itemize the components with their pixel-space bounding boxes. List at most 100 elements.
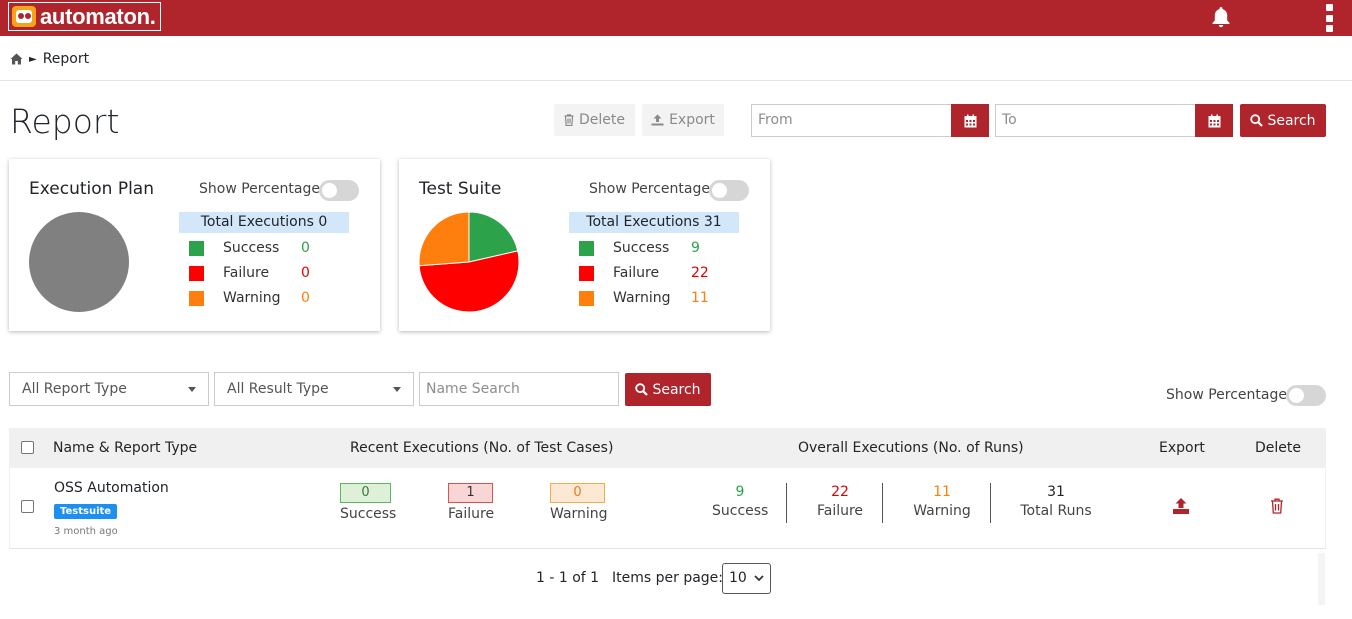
overall-success: 9 Success bbox=[712, 484, 768, 522]
export-row-icon[interactable] bbox=[1172, 497, 1190, 515]
card-title: Test Suite bbox=[419, 179, 502, 199]
failure-count: 22 bbox=[691, 265, 709, 281]
breadcrumb-item-report[interactable]: Report bbox=[43, 51, 89, 67]
items-per-page-label: Items per page: bbox=[612, 570, 724, 586]
total-executions: Total Executions 0 bbox=[179, 212, 349, 233]
table-row: OSS Automation Testsuite 3 month ago 0 S… bbox=[9, 468, 1326, 549]
trash-icon bbox=[564, 114, 574, 126]
card-title: Execution Plan bbox=[29, 179, 154, 199]
from-calendar-button[interactable] bbox=[951, 104, 989, 137]
report-type-badge: Testsuite bbox=[54, 504, 118, 519]
report-type-value: All Report Type bbox=[22, 381, 127, 397]
table-header: Name & Report Type Recent Executions (No… bbox=[9, 428, 1326, 468]
execution-plan-card: Execution Plan Show Percentage Total Exe… bbox=[9, 159, 380, 331]
delete-button[interactable]: Delete bbox=[554, 104, 635, 136]
calendar-icon bbox=[1208, 114, 1220, 127]
more-menu-icon[interactable] bbox=[1324, 4, 1334, 32]
items-per-page-value: 10 bbox=[729, 570, 747, 586]
legend-label: Success bbox=[613, 240, 670, 256]
legend-failure: Failure 22 bbox=[579, 263, 709, 283]
to-calendar-button[interactable] bbox=[1195, 104, 1233, 137]
caret-down-icon bbox=[393, 387, 401, 392]
overall-failure: 22 Failure bbox=[810, 484, 870, 522]
legend-success: Success 9 bbox=[579, 238, 700, 258]
search-icon bbox=[1250, 114, 1264, 127]
home-icon[interactable] bbox=[10, 53, 23, 65]
legend-label: Failure bbox=[613, 265, 660, 281]
delete-row-icon[interactable] bbox=[1270, 498, 1284, 514]
app-logo[interactable]: automaton. bbox=[8, 2, 161, 31]
page-title: Report bbox=[10, 102, 120, 141]
header-recent: Recent Executions (No. of Test Cases) bbox=[350, 440, 614, 456]
overall-total: 31 Total Runs bbox=[1015, 484, 1097, 522]
report-time-ago: 3 month ago bbox=[54, 526, 118, 537]
show-percentage-label: Show Percentage bbox=[199, 181, 320, 197]
legend-failure: Failure 0 bbox=[189, 263, 310, 283]
overall-success-label: Success bbox=[712, 503, 769, 519]
header-export: Export bbox=[1159, 440, 1205, 456]
header-name: Name & Report Type bbox=[53, 440, 198, 456]
report-name[interactable]: OSS Automation bbox=[54, 480, 169, 496]
calendar-icon bbox=[964, 114, 976, 127]
column-divider bbox=[990, 483, 991, 523]
breadcrumb: ► Report bbox=[10, 50, 89, 68]
list-show-percentage-label: Show Percentage bbox=[1166, 387, 1287, 403]
recent-success-label: Success bbox=[340, 506, 397, 522]
report-type-select[interactable]: All Report Type bbox=[9, 372, 209, 406]
list-show-percentage-toggle[interactable] bbox=[1286, 385, 1326, 406]
date-search-button[interactable]: Search bbox=[1240, 104, 1326, 137]
legend-label: Warning bbox=[223, 290, 281, 306]
pie-empty bbox=[29, 212, 129, 312]
search-icon bbox=[635, 383, 649, 396]
pie-chart bbox=[29, 212, 129, 312]
filter-search-button[interactable]: Search bbox=[625, 373, 711, 406]
failure-swatch bbox=[579, 265, 594, 281]
export-button-label: Export bbox=[669, 112, 715, 128]
bell-icon[interactable] bbox=[1209, 5, 1233, 29]
select-all-checkbox[interactable] bbox=[21, 441, 34, 454]
overall-warning-count: 11 bbox=[933, 484, 951, 500]
to-date-input[interactable]: To bbox=[995, 104, 1195, 137]
overall-warning: 11 Warning bbox=[908, 484, 976, 522]
legend-warning: Warning 0 bbox=[189, 288, 310, 308]
success-swatch bbox=[579, 240, 594, 256]
warning-count: 0 bbox=[301, 290, 310, 306]
legend-label: Failure bbox=[223, 265, 270, 281]
overall-failure-label: Failure bbox=[816, 503, 864, 519]
success-swatch bbox=[189, 240, 204, 256]
show-percentage-toggle[interactable] bbox=[709, 180, 749, 201]
failure-count: 0 bbox=[301, 265, 310, 281]
top-bar: automaton. bbox=[0, 0, 1352, 36]
failure-swatch bbox=[189, 265, 204, 281]
warning-count: 11 bbox=[691, 290, 709, 306]
legend-label: Warning bbox=[613, 290, 671, 306]
show-percentage-label: Show Percentage bbox=[589, 181, 710, 197]
chevron-down-icon bbox=[754, 575, 764, 582]
date-search-label: Search bbox=[1267, 112, 1316, 129]
warning-swatch bbox=[189, 290, 204, 306]
recent-failure-label: Failure bbox=[448, 506, 495, 522]
upload-icon bbox=[651, 114, 664, 126]
result-type-value: All Result Type bbox=[227, 381, 329, 397]
header-delete: Delete bbox=[1255, 440, 1301, 456]
legend-warning: Warning 11 bbox=[579, 288, 709, 308]
header-overall: Overall Executions (No. of Runs) bbox=[798, 440, 1024, 456]
legend-success: Success 0 bbox=[189, 238, 310, 258]
filter-search-label: Search bbox=[652, 381, 701, 398]
legend-label: Success bbox=[223, 240, 280, 256]
success-count: 9 bbox=[691, 240, 700, 256]
from-date-input[interactable]: From bbox=[751, 104, 951, 137]
export-button[interactable]: Export bbox=[642, 104, 724, 136]
row-checkbox[interactable] bbox=[21, 500, 34, 513]
warning-swatch bbox=[579, 290, 594, 306]
items-per-page-select[interactable]: 10 bbox=[722, 563, 771, 594]
caret-down-icon bbox=[188, 387, 196, 392]
logo-text: automaton. bbox=[40, 3, 156, 29]
result-type-select[interactable]: All Result Type bbox=[214, 372, 414, 406]
vertical-scrollbar[interactable] bbox=[1318, 553, 1325, 605]
breadcrumb-separator-icon: ► bbox=[29, 53, 37, 65]
name-search-input[interactable]: Name Search bbox=[419, 372, 619, 406]
show-percentage-toggle[interactable] bbox=[319, 180, 359, 201]
column-divider bbox=[786, 483, 787, 523]
breadcrumb-divider bbox=[0, 80, 1352, 81]
